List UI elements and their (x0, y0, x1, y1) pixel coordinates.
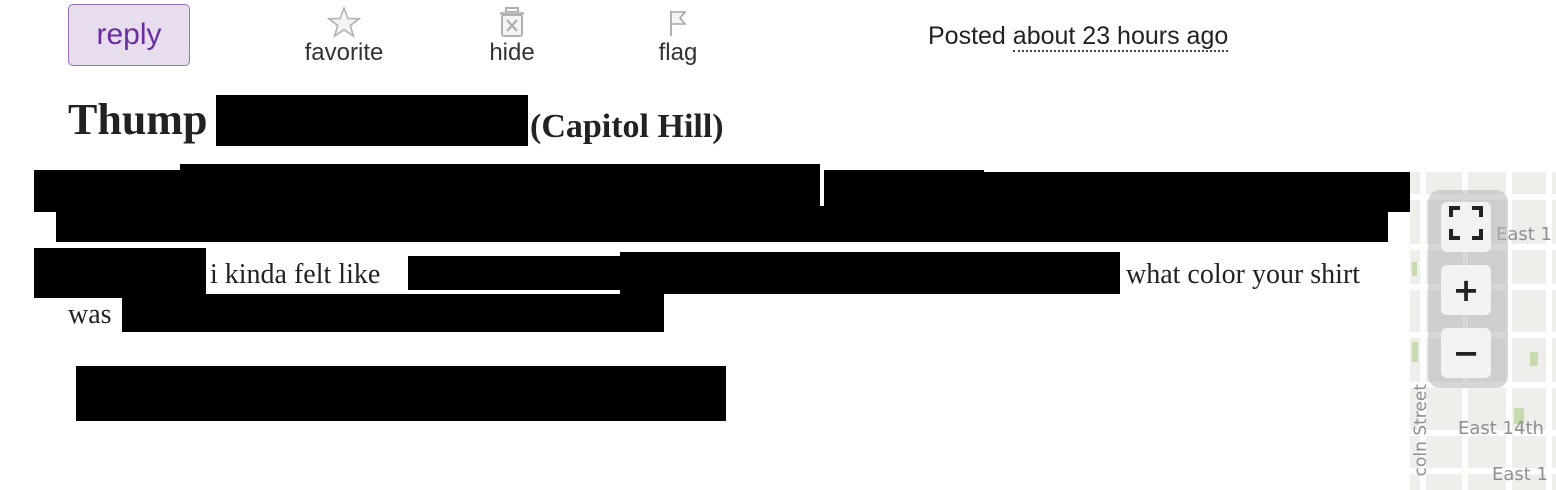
redaction-block (122, 294, 664, 332)
hide-button[interactable]: hide (476, 4, 548, 67)
star-icon (327, 4, 361, 38)
redaction-block (408, 256, 620, 290)
trash-hide-icon (497, 4, 527, 38)
body-text-fragment: was (68, 299, 112, 330)
redaction-block (588, 206, 1388, 242)
redaction-block (216, 95, 528, 146)
redaction-block (34, 170, 180, 212)
redaction-block (76, 366, 726, 421)
redaction-block (620, 252, 1120, 294)
body-text-fragment: what color your shirt (1126, 259, 1361, 290)
posted-ago-link[interactable]: about 23 hours ago (1012, 22, 1229, 52)
map-fullscreen-button[interactable] (1441, 202, 1491, 252)
map-street-label: East 14th (1458, 418, 1544, 439)
flag-button[interactable]: flag (648, 4, 708, 67)
favorite-button[interactable]: favorite (298, 4, 390, 67)
reply-button[interactable]: reply (68, 4, 190, 66)
fullscreen-icon (1448, 205, 1484, 249)
body-text-fragment: i kinda felt like (210, 259, 381, 290)
flag-label: flag (658, 39, 698, 66)
post-title-area: (Capitol Hill) (530, 108, 724, 145)
map-street-label-vertical: coln Street (1411, 384, 1431, 477)
map-street-label: East 1 (1492, 464, 1549, 485)
redaction-block (34, 248, 206, 298)
post-title: Thump (68, 94, 207, 146)
hide-label: hide (489, 39, 535, 66)
map-zoom-in-button[interactable]: + (1441, 265, 1491, 315)
posted-timestamp: Posted about 23 hours ago (928, 22, 1229, 52)
map-zoom-out-button[interactable]: − (1441, 328, 1491, 378)
posted-prefix: Posted (928, 22, 1006, 50)
redaction-block (180, 164, 820, 212)
favorite-label: favorite (304, 39, 384, 66)
flag-icon (665, 4, 691, 38)
post-title-name: Thump (68, 95, 208, 144)
redaction-block (56, 212, 588, 242)
